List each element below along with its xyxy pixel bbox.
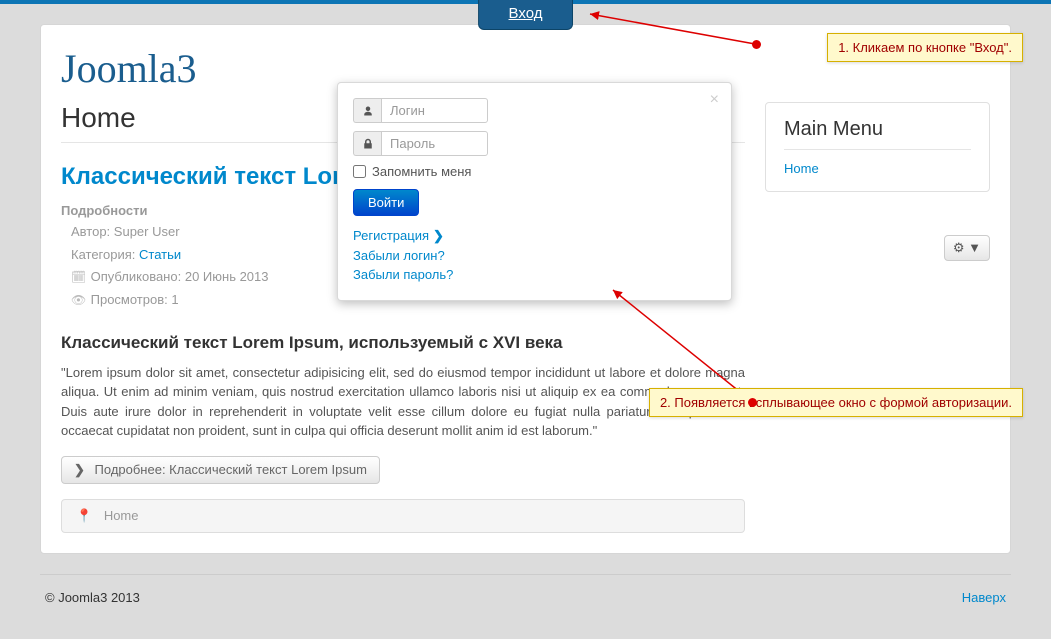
username-group — [353, 98, 488, 123]
user-icon — [353, 98, 381, 123]
username-input[interactable] — [381, 98, 488, 123]
gear-icon: ⚙ — [953, 240, 965, 255]
remember-me[interactable]: Запомнить меня — [353, 164, 716, 179]
footer-copyright: © Joomla3 2013 — [45, 590, 140, 605]
readmore-label: Подробнее: Классический текст Lorem Ipsu… — [95, 462, 367, 477]
forgot-password-link[interactable]: Забыли пароль? — [353, 265, 716, 285]
article-body: "Lorem ipsum dolor sit amet, consectetur… — [61, 363, 745, 441]
login-submit-button[interactable]: Войти — [353, 189, 419, 216]
gear-dropdown-button[interactable]: ⚙ ▼ — [944, 235, 990, 261]
category-label: Категория: — [71, 247, 135, 262]
password-input[interactable] — [381, 131, 488, 156]
close-icon[interactable]: × — [710, 91, 719, 109]
sidebar-item-home[interactable]: Home — [784, 161, 819, 176]
register-link[interactable]: Регистрация❯ — [353, 226, 716, 246]
breadcrumb: 📍 Home — [61, 499, 745, 533]
footer: © Joomla3 2013 Наверх — [40, 574, 1011, 620]
annotation-2-dot — [748, 398, 757, 407]
login-popup: × Запомнить меня Войти Регистрация❯ Забы… — [337, 82, 732, 301]
article-heading: Классический текст Lorem Ipsum, использу… — [61, 333, 745, 353]
back-to-top-link[interactable]: Наверх — [962, 590, 1006, 605]
eye-icon: 👁 — [71, 291, 83, 310]
annotation-2: 2. Появляется всплывающее окно с формой … — [649, 388, 1023, 417]
chevron-right-icon: ❯ — [433, 228, 444, 243]
sidebar-main-menu: Main Menu Home — [765, 102, 990, 192]
calendar-icon: 🗓 — [71, 268, 83, 287]
readmore-button[interactable]: ❯ Подробнее: Классический текст Lorem Ip… — [61, 456, 380, 484]
remember-label: Запомнить меня — [372, 164, 471, 179]
password-group — [353, 131, 488, 156]
remember-checkbox[interactable] — [353, 165, 366, 178]
annotation-1: 1. Кликаем по кнопке "Вход". — [827, 33, 1023, 62]
breadcrumb-home[interactable]: Home — [104, 508, 139, 523]
published-label: Опубликовано: — [91, 269, 182, 284]
hits-value: 1 — [171, 292, 178, 307]
category-link[interactable]: Статьи — [139, 247, 181, 262]
chevron-right-icon: ❯ — [74, 462, 85, 477]
login-tab-button[interactable]: Вход — [478, 0, 574, 30]
lock-icon — [353, 131, 381, 156]
caret-down-icon: ▼ — [968, 240, 981, 255]
hits-label: Просмотров: — [91, 292, 168, 307]
forgot-login-link[interactable]: Забыли логин? — [353, 246, 716, 266]
author-value: Super User — [114, 224, 180, 239]
annotation-1-dot — [752, 40, 761, 49]
published-value: 20 Июнь 2013 — [185, 269, 269, 284]
author-label: Автор: — [71, 224, 110, 239]
location-icon: 📍 — [76, 508, 92, 523]
sidebar-title: Main Menu — [784, 118, 971, 150]
